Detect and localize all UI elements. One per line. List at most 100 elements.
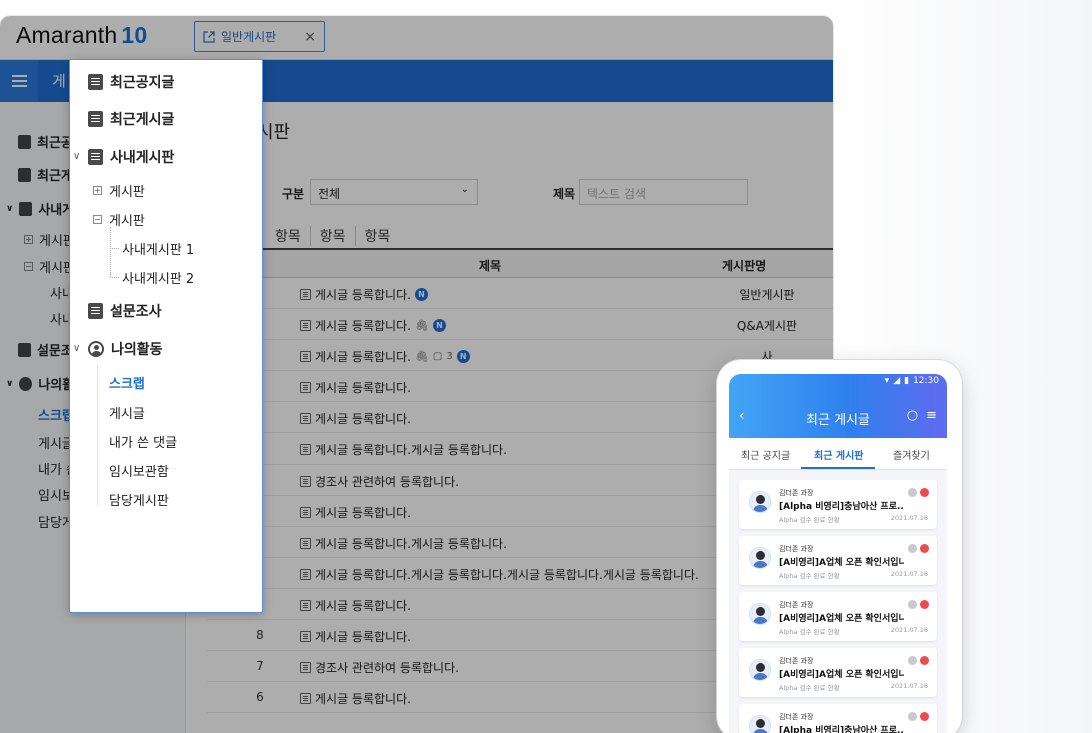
header-board: 게시판명 bbox=[722, 259, 767, 273]
app-logo[interactable]: Amaranth 10 bbox=[16, 22, 147, 49]
category-select[interactable]: 전체 ⌄ bbox=[310, 179, 478, 205]
post-icon bbox=[88, 111, 103, 127]
table-header: 제목 게시판명 bbox=[207, 248, 833, 278]
card-author: 김더존 과장 bbox=[779, 713, 814, 721]
chevron-down-icon[interactable]: ∨ bbox=[73, 151, 80, 162]
close-icon[interactable]: × bbox=[304, 29, 316, 45]
row-number: 6 bbox=[256, 690, 264, 705]
row-title[interactable]: 게시글 등록합니다.게시글 등록합니다. bbox=[300, 441, 507, 458]
row-title[interactable]: 경조사 관련하여 등록합니다. bbox=[300, 659, 459, 676]
menu-item-internal-1[interactable]: 사내게시판 1 bbox=[122, 239, 194, 258]
chip-item[interactable]: 항목 bbox=[275, 226, 310, 246]
menu-icon[interactable]: ≡ bbox=[926, 408, 937, 423]
post-card[interactable]: 김더존 과장 [Alpha 비영리]충남아산 프로... bbox=[739, 704, 937, 733]
collapse-icon[interactable]: − bbox=[93, 215, 102, 224]
row-title[interactable]: 게시글 등록합니다. bbox=[300, 504, 411, 521]
avatar bbox=[749, 547, 771, 569]
chevron-down-icon: ∨ bbox=[6, 203, 14, 214]
row-title[interactable]: 게시글 등록합니다. bbox=[300, 379, 411, 396]
tab-recent-notice[interactable]: 최근 공지글 bbox=[741, 447, 790, 462]
nav-item-board-b[interactable]: − 게시판 bbox=[24, 257, 75, 276]
row-title[interactable]: 게시글 등록합니다. bbox=[300, 628, 411, 645]
card-author: 김더존 과장 bbox=[779, 489, 814, 497]
nav-item-survey[interactable]: 설문조 bbox=[18, 340, 73, 359]
nav-item-board-a[interactable]: + 게시판 bbox=[24, 230, 75, 249]
menu-item-recent-posts[interactable]: 최근게시글 bbox=[88, 109, 174, 129]
document-icon bbox=[300, 631, 311, 643]
avatar bbox=[749, 603, 771, 625]
chevron-down-icon[interactable]: ∨ bbox=[73, 343, 80, 354]
table-row[interactable]: 게시글 등록합니다. 🖇 N Q&A게시판 bbox=[207, 309, 833, 341]
tab-favorites[interactable]: 즐겨찾기 bbox=[893, 447, 930, 462]
menu-item-recent-notice[interactable]: 최근공지글 bbox=[88, 72, 174, 92]
card-subtitle: Alpha 검수 완료 현황 bbox=[779, 516, 840, 524]
expand-icon[interactable]: + bbox=[93, 186, 102, 195]
row-title[interactable]: 게시글 등록합니다. 🖇 N bbox=[300, 317, 446, 334]
menu-item-survey[interactable]: 설문조사 bbox=[88, 301, 162, 321]
table-row[interactable]: 게시글 등록합니다. N 일반게시판 bbox=[207, 278, 833, 310]
new-badge-icon: N bbox=[456, 350, 470, 364]
card-title: [A비영리]A업체 오픈 확인서입니다. bbox=[779, 670, 904, 680]
row-title[interactable]: 게시글 등록합니다. bbox=[300, 690, 411, 707]
header-title: 제목 bbox=[479, 259, 502, 273]
post-card[interactable]: 김더존 과장 [Alpha 비영리]충남아산 프로... Alpha 검수 완료 현… bbox=[739, 480, 937, 529]
post-card[interactable]: 김더존 과장 [A비영리]A업체 오픈 확인서입니다. Alpha 검수 완료 현황… bbox=[739, 592, 937, 641]
menu-item-posts[interactable]: 게시글 bbox=[109, 403, 145, 422]
menu-item-internal-2[interactable]: 사내게시판 2 bbox=[122, 268, 194, 287]
nav-item-my-activity[interactable]: ∨ 나의활 bbox=[6, 374, 74, 393]
comment-icon bbox=[908, 656, 917, 665]
post-card[interactable]: 김더존 과장 [A비영리]A업체 오픈 확인서입니다. Alpha 검수 완료 현황… bbox=[739, 648, 937, 697]
menu-item-scrap[interactable]: 스크랩 bbox=[109, 373, 145, 392]
comment-icon bbox=[908, 712, 917, 721]
post-card[interactable]: 김더존 과장 [A비영리]A업체 오픈 확인서입니다. Alpha 검수 완료 현황… bbox=[739, 536, 937, 585]
menu-item-internal-board[interactable]: 사내게시판 bbox=[88, 147, 174, 167]
card-badges bbox=[908, 544, 929, 553]
survey-icon bbox=[18, 342, 31, 357]
like-icon bbox=[920, 712, 929, 721]
active-tab-indicator bbox=[801, 467, 875, 469]
menu-item-drafts[interactable]: 임시보관함 bbox=[109, 461, 169, 480]
phone-actions: ○ ≡ bbox=[907, 408, 937, 423]
comment-icon bbox=[908, 544, 917, 553]
post-icon bbox=[18, 167, 31, 182]
menu-item-managed-board[interactable]: 담당게시판 bbox=[109, 490, 169, 509]
row-title[interactable]: 게시글 등록합니다. bbox=[300, 410, 411, 427]
menu-item-my-activity[interactable]: 나의활동 bbox=[88, 339, 163, 359]
nav-item-recent-notice[interactable]: 최근공 bbox=[18, 132, 73, 151]
nav-item-internal-board[interactable]: ∨ 사내게 bbox=[6, 199, 74, 218]
board-icon bbox=[19, 201, 33, 216]
card-title: [Alpha 비영리]충남아산 프로... bbox=[779, 502, 904, 512]
chip-item[interactable]: 항목 bbox=[309, 226, 355, 246]
document-icon bbox=[300, 568, 311, 580]
menu-item-my-comments[interactable]: 내가 쓴 댓글 bbox=[109, 432, 177, 451]
document-icon bbox=[300, 320, 311, 332]
menu-item-board-a[interactable]: + 게시판 bbox=[93, 181, 145, 200]
screenshot-stage: Amaranth 10 일반게시판 × 게 최근공 최근게 ∨ 사내게 + 게시판 −… bbox=[0, 0, 1092, 733]
nav-item-recent-posts[interactable]: 최근게 bbox=[18, 165, 73, 184]
card-badges bbox=[908, 656, 929, 665]
phone-screen: ▾ ◢ ▮ 12:30 ‹ 최근 게시글 ○ ≡ 최근 공지글 최근 게시판 즐… bbox=[729, 374, 947, 733]
hamburger-menu-icon[interactable] bbox=[0, 60, 38, 102]
menu-item-board-b[interactable]: − 게시판 bbox=[93, 210, 145, 229]
search-icon[interactable]: ○ bbox=[907, 408, 918, 423]
window-tab-general-board[interactable]: 일반게시판 × bbox=[194, 21, 325, 52]
card-title: [A비영리]A업체 오픈 확인서입니다. bbox=[779, 558, 904, 568]
comment-icon: ▢ bbox=[432, 351, 443, 363]
document-icon bbox=[300, 662, 311, 674]
row-title[interactable]: 경조사 관련하여 등록합니다. bbox=[300, 473, 459, 490]
row-title[interactable]: 게시글 등록합니다. N bbox=[300, 286, 428, 303]
expand-icon: + bbox=[24, 235, 33, 244]
row-title[interactable]: 게시글 등록합니다. bbox=[300, 597, 411, 614]
chip-item[interactable]: 항목 bbox=[354, 226, 400, 246]
row-title[interactable]: 게시글 등록합니다. 🖇 ▢ 3 N bbox=[300, 348, 470, 365]
row-title[interactable]: 게시글 등록합니다.게시글 등록합니다. bbox=[300, 535, 507, 552]
attachment-icon: 🖇 bbox=[414, 350, 429, 364]
title-search-input[interactable]: 텍스트 검색 bbox=[579, 179, 748, 205]
tab-recent-board[interactable]: 최근 게시판 bbox=[814, 447, 863, 462]
row-title[interactable]: 게시글 등록합니다.게시글 등록합니다.게시글 등록합니다.게시글 등록합니다. bbox=[300, 566, 699, 583]
card-subtitle: Alpha 검수 완료 현황 bbox=[779, 684, 840, 692]
tree-line bbox=[110, 248, 119, 249]
category-value: 전체 bbox=[318, 187, 341, 201]
item-chips: 항목 항목 항목 bbox=[275, 226, 399, 246]
document-icon bbox=[300, 506, 311, 518]
